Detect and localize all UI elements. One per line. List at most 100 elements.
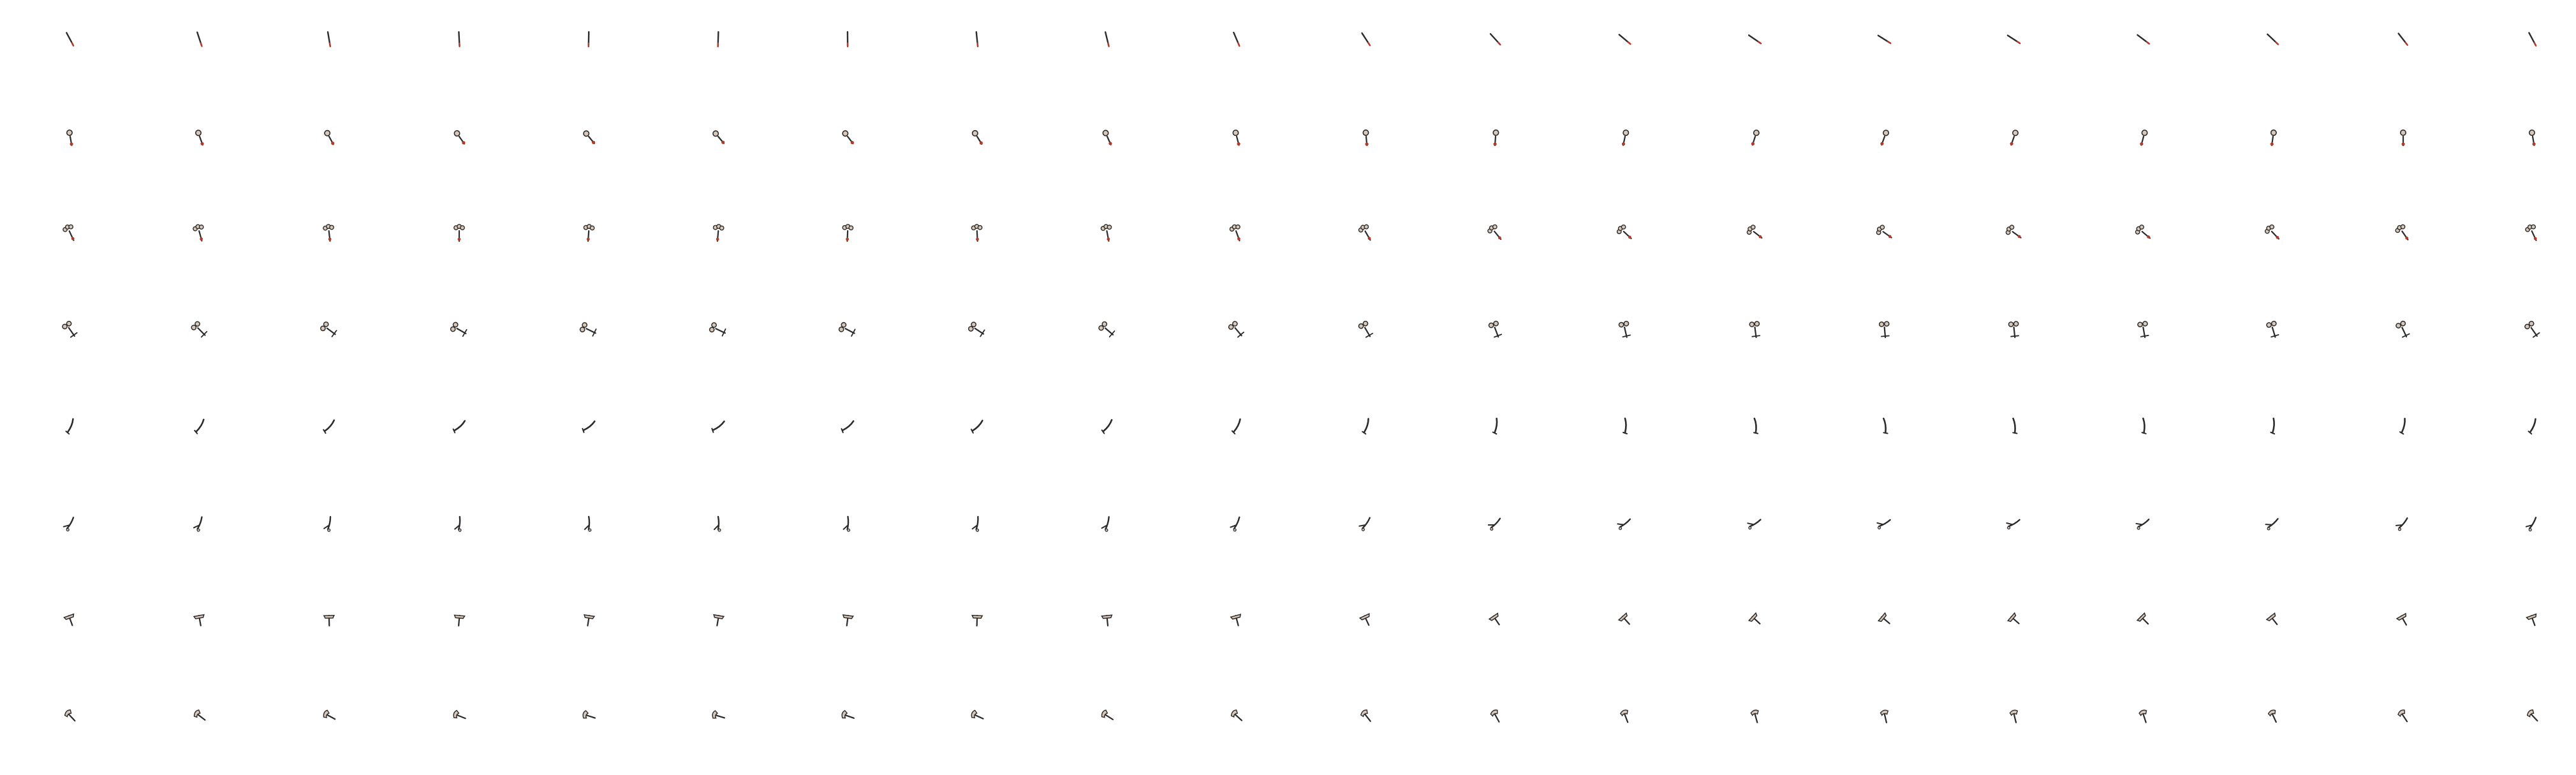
row-1-frame-7 (835, 27, 860, 52)
tee-sprite-icon (63, 613, 75, 626)
tee-sprite-icon (1877, 612, 1890, 624)
blade-sprite-icon (2399, 417, 2406, 435)
blade-branch-sprite-icon (1617, 518, 1631, 530)
blade-branch-sprite-icon (193, 515, 203, 532)
row-7-frame-4 (445, 605, 473, 633)
row-7-frame-17 (2126, 602, 2162, 638)
row-1-frame-17 (2126, 22, 2161, 57)
flower-sprite-icon (453, 224, 465, 242)
row-2-frame-1 (55, 121, 85, 151)
lollipop-sprite-icon (842, 129, 855, 144)
blade-sprite-icon (1753, 417, 1758, 434)
row-2-frame-20 (2518, 121, 2547, 151)
hook-sprite-icon (1620, 709, 1629, 723)
row-2-frame-19 (2390, 123, 2415, 149)
lollipop-sprite-icon (2140, 129, 2148, 146)
row-3-frame-16 (1996, 215, 2032, 251)
row-4-frame-1 (52, 312, 88, 348)
row-5-frame-14 (1741, 412, 1769, 440)
row-4-frame-17 (2129, 314, 2158, 344)
flower-sprite-icon (2524, 224, 2537, 241)
row-3-frame-14 (1737, 215, 1773, 251)
flower-tilted-sprite-icon (450, 321, 467, 337)
flower-tilted-sprite-icon (1228, 320, 1244, 337)
row-6-frame-9 (1091, 507, 1122, 538)
row-8-frame-10 (1219, 698, 1255, 734)
tee-sprite-icon (713, 614, 725, 626)
tee-sprite-icon (2265, 612, 2278, 625)
row-6-frame-7 (834, 510, 861, 536)
row-6-frame-10 (1219, 506, 1253, 540)
row-8-frame-4 (441, 698, 476, 734)
row-4-frame-13 (1610, 314, 1640, 345)
blade-branch-sprite-icon (2395, 517, 2408, 531)
lollipop-sprite-icon (324, 129, 335, 145)
row-3-frame-4 (446, 220, 472, 246)
blade-branch-sprite-icon (1746, 518, 1762, 529)
row-5-frame-20 (2516, 410, 2549, 443)
tee-sprite-icon (2136, 612, 2149, 625)
blade-branch-sprite-icon (1230, 516, 1240, 531)
stick-sprite-icon (846, 31, 849, 48)
row-5-frame-10 (1219, 409, 1254, 443)
blade-branch-sprite-icon (63, 516, 75, 531)
blade-branch-sprite-icon (584, 515, 592, 532)
flower-sprite-icon (1229, 224, 1240, 242)
row-5-frame-4 (441, 408, 477, 445)
row-8-frame-11 (1349, 698, 1384, 734)
row-8-frame-16 (2000, 702, 2028, 730)
row-4-frame-8 (960, 312, 995, 347)
lollipop-sprite-icon (1362, 129, 1369, 146)
row-8-frame-8 (960, 698, 995, 734)
blade-sprite-icon (1231, 418, 1241, 435)
hook-sprite-icon (1360, 709, 1371, 722)
row-6-frame-11 (1348, 505, 1384, 541)
row-1-frame-16 (1996, 22, 2031, 57)
lollipop-sprite-icon (1880, 129, 1889, 145)
row-7-frame-8 (964, 606, 990, 632)
stick-sprite-icon (196, 31, 203, 47)
hook-sprite-icon (2397, 709, 2408, 722)
row-1-frame-19 (2385, 22, 2421, 57)
flower-sprite-icon (1100, 224, 1112, 242)
row-2-frame-3 (312, 119, 346, 153)
row-1-frame-4 (446, 26, 473, 53)
blade-sprite-icon (194, 418, 205, 434)
blade-sprite-icon (971, 420, 984, 434)
flower-tilted-sprite-icon (1488, 320, 1503, 337)
flower-tilted-sprite-icon (2395, 320, 2410, 338)
row-7-frame-6 (703, 605, 733, 634)
flower-sprite-icon (2005, 225, 2022, 239)
row-3-frame-20 (2515, 216, 2549, 249)
row-1-frame-8 (963, 26, 991, 54)
row-8-frame-7 (830, 699, 865, 734)
row-6-frame-1 (53, 505, 88, 540)
row-7-frame-7 (834, 605, 862, 634)
row-2-frame-2 (184, 120, 216, 152)
row-7-frame-14 (1737, 602, 1773, 638)
lollipop-sprite-icon (2528, 129, 2536, 146)
blade-branch-sprite-icon (323, 515, 332, 532)
blade-sprite-icon (711, 420, 725, 433)
row-3-frame-8 (964, 219, 990, 246)
row-4-frame-18 (2258, 314, 2290, 346)
row-5-frame-8 (959, 408, 996, 445)
stick-sprite-icon (587, 31, 590, 48)
hook-sprite-icon (2268, 709, 2278, 723)
blade-sprite-icon (2012, 417, 2018, 434)
row-1-frame-5 (575, 27, 601, 53)
row-6-frame-20 (2515, 505, 2550, 540)
blade-sprite-icon (841, 420, 855, 434)
row-8-frame-20 (2515, 698, 2550, 734)
lollipop-sprite-icon (2271, 129, 2278, 146)
row-4-frame-11 (1349, 312, 1384, 347)
hook-sprite-icon (2009, 709, 2018, 723)
row-6-frame-5 (575, 510, 601, 536)
row-8-frame-9 (1089, 698, 1124, 734)
row-6-frame-16 (1997, 505, 2032, 540)
row-5-frame-19 (2388, 411, 2418, 441)
row-3-frame-1 (53, 216, 87, 249)
hook-sprite-icon (1749, 709, 1759, 723)
flower-tilted-sprite-icon (320, 321, 337, 337)
tee-sprite-icon (1748, 612, 1761, 624)
